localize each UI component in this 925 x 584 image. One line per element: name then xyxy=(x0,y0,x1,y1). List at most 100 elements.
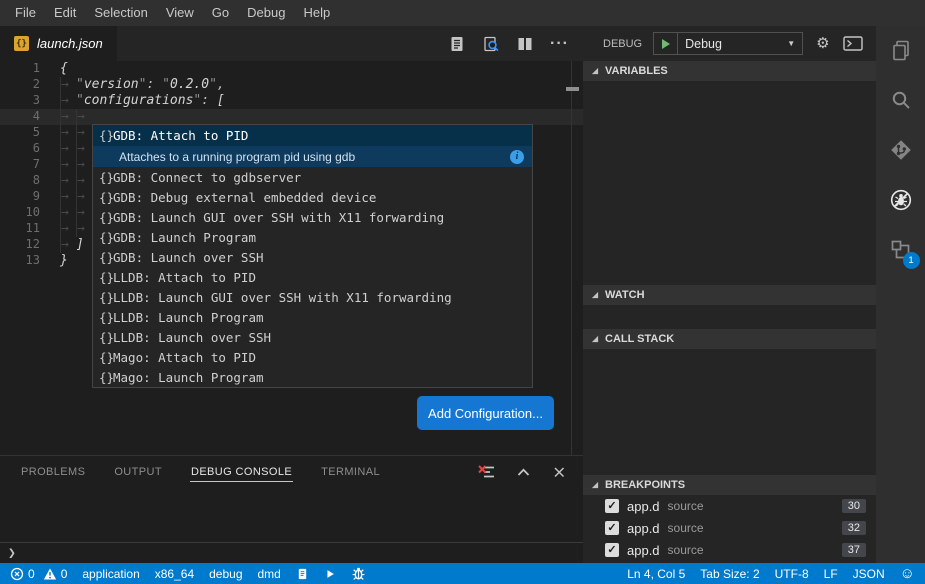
panel-tab-debug-console[interactable]: DEBUG CONSOLE xyxy=(190,463,293,482)
status-item-x86_64[interactable]: x86_64 xyxy=(155,567,194,581)
menu-item-help[interactable]: Help xyxy=(294,0,339,26)
line-number: 3 xyxy=(0,93,40,109)
status-item-tab-size-2[interactable]: Tab Size: 2 xyxy=(700,567,759,581)
line-content: →] xyxy=(40,237,84,253)
code-line[interactable]: 2→"version": "0.2.0", xyxy=(0,77,583,93)
info-icon[interactable]: i xyxy=(510,150,524,164)
suggest-item[interactable]: {}LLDB: Launch GUI over SSH with X11 for… xyxy=(93,287,532,307)
section-header-watch[interactable]: WATCH xyxy=(583,285,876,305)
snippet-icon: {} xyxy=(93,190,113,205)
breakpoint-row[interactable]: ✓app.dsource30 xyxy=(583,495,876,517)
code-line[interactable]: 3→"configurations": [ xyxy=(0,93,583,109)
suggest-item-label: GDB: Launch Program xyxy=(113,230,256,245)
snippet-icon: {} xyxy=(93,170,113,185)
status-item-debug[interactable]: debug xyxy=(209,567,242,581)
status-item-ln-4-col-5[interactable]: Ln 4, Col 5 xyxy=(627,567,685,581)
debug-configuration-value: Debug xyxy=(685,37,722,51)
split-editor-icon[interactable] xyxy=(516,35,534,53)
warning-count: 0 xyxy=(61,567,68,581)
line-number: 10 xyxy=(0,205,40,221)
error-icon xyxy=(10,567,24,581)
snippet-icon: {} xyxy=(93,290,113,305)
suggest-item[interactable]: {}GDB: Launch over SSH xyxy=(93,247,532,267)
menu-item-view[interactable]: View xyxy=(157,0,203,26)
status-item-json[interactable]: JSON xyxy=(853,567,885,581)
section-header-breakpoints[interactable]: BREAKPOINTS xyxy=(583,475,876,495)
debug-console-input[interactable]: ❯ xyxy=(0,542,583,563)
menu-item-go[interactable]: Go xyxy=(203,0,238,26)
code-line[interactable]: 4→→ xyxy=(0,109,583,125)
whitespace-tab: → xyxy=(60,125,76,141)
whitespace-tab: → xyxy=(76,221,92,237)
code-line[interactable]: 1{ xyxy=(0,61,583,77)
menu-item-file[interactable]: File xyxy=(6,0,45,26)
extensions-badge: 1 xyxy=(903,252,920,269)
breakpoint-row[interactable]: ✓app.dsource37 xyxy=(583,539,876,561)
add-configuration-button[interactable]: Add Configuration... xyxy=(417,396,554,430)
menu-item-selection[interactable]: Selection xyxy=(85,0,156,26)
suggest-item[interactable]: {}GDB: Launch GUI over SSH with X11 forw… xyxy=(93,207,532,227)
breakpoint-file: app.d xyxy=(627,543,660,558)
code-editor[interactable]: 1{2→"version": "0.2.0",3→"configurations… xyxy=(0,61,583,455)
debug-console-toggle-icon[interactable] xyxy=(843,35,863,52)
breakpoint-checkbox[interactable]: ✓ xyxy=(605,521,619,535)
debug-view-title: DEBUG xyxy=(603,38,642,50)
status-item-dmd[interactable]: dmd xyxy=(258,567,281,581)
panel-tab-problems[interactable]: PROBLEMS xyxy=(20,463,86,481)
explorer-icon[interactable] xyxy=(889,38,913,62)
code-token: " xyxy=(76,93,84,109)
source-control-icon[interactable] xyxy=(889,138,913,162)
suggest-item[interactable]: {}GDB: Connect to gdbserver xyxy=(93,167,532,187)
suggest-item[interactable]: {}GDB: Debug external embedded device xyxy=(93,187,532,207)
line-number: 4 xyxy=(0,109,40,125)
status-document-icon[interactable] xyxy=(296,567,309,581)
close-panel-icon[interactable] xyxy=(551,464,567,480)
code-token: " xyxy=(139,77,147,93)
suggest-item-label: LLDB: Launch Program xyxy=(113,310,264,325)
line-number: 2 xyxy=(0,77,40,93)
breakpoint-checkbox[interactable]: ✓ xyxy=(605,499,619,513)
search-icon[interactable] xyxy=(889,88,913,112)
clear-console-icon[interactable] xyxy=(477,463,496,481)
suggest-item-selected[interactable]: {} GDB: Attach to PID xyxy=(93,125,532,146)
debug-icon[interactable] xyxy=(889,188,913,212)
suggest-item[interactable]: {}Mago: Launch Program xyxy=(93,367,532,387)
snippet-icon: {} xyxy=(93,230,113,245)
start-debugging-button[interactable] xyxy=(654,33,678,54)
debug-configuration-select[interactable]: Debug ▼ xyxy=(678,33,802,54)
status-bug-icon[interactable] xyxy=(351,566,366,581)
panel-tab-terminal[interactable]: TERMINAL xyxy=(320,463,381,481)
status-item-utf-8[interactable]: UTF-8 xyxy=(775,567,809,581)
status-item-application[interactable]: application xyxy=(82,567,139,581)
extensions-icon[interactable]: 1 xyxy=(889,238,913,262)
configure-gear-icon[interactable]: ⚙ xyxy=(816,36,829,51)
suggest-item[interactable]: {}LLDB: Attach to PID xyxy=(93,267,532,287)
status-item-lf[interactable]: LF xyxy=(824,567,838,581)
breakpoint-row[interactable]: ✓app.dsource32 xyxy=(583,517,876,539)
problems-status[interactable]: 0 0 xyxy=(10,567,67,581)
suggest-item[interactable]: {}Mago: Attach to PID xyxy=(93,347,532,367)
whitespace-tab: → xyxy=(60,93,76,109)
suggest-item[interactable]: {}LLDB: Launch Program xyxy=(93,307,532,327)
section-header-variables[interactable]: VARIABLES xyxy=(583,61,876,81)
snippet-icon: {} xyxy=(93,370,113,385)
breakpoint-checkbox[interactable]: ✓ xyxy=(605,543,619,557)
status-run-icon[interactable] xyxy=(324,567,336,581)
panel-tab-output[interactable]: OUTPUT xyxy=(113,463,163,481)
menu-item-edit[interactable]: Edit xyxy=(45,0,85,26)
menu-item-debug[interactable]: Debug xyxy=(238,0,294,26)
maximize-panel-icon[interactable] xyxy=(514,463,533,481)
feedback-smiley-icon[interactable]: ☺ xyxy=(900,566,915,581)
tab-launch-json[interactable]: {} launch.json xyxy=(0,26,117,61)
more-actions-icon[interactable]: ··· xyxy=(550,39,569,49)
line-content: →→ xyxy=(40,189,92,205)
suggest-item-label: GDB: Launch GUI over SSH with X11 forwar… xyxy=(113,210,444,225)
snippet-icon: {} xyxy=(93,250,113,265)
suggest-item[interactable]: {}LLDB: Launch over SSH xyxy=(93,327,532,347)
section-header-call-stack[interactable]: CALL STACK xyxy=(583,329,876,349)
open-preview-search-icon[interactable] xyxy=(482,35,500,53)
watch-body xyxy=(583,305,876,329)
code-token: " xyxy=(209,77,217,93)
suggest-item[interactable]: {}GDB: Launch Program xyxy=(93,227,532,247)
open-settings-file-icon[interactable] xyxy=(448,35,466,53)
